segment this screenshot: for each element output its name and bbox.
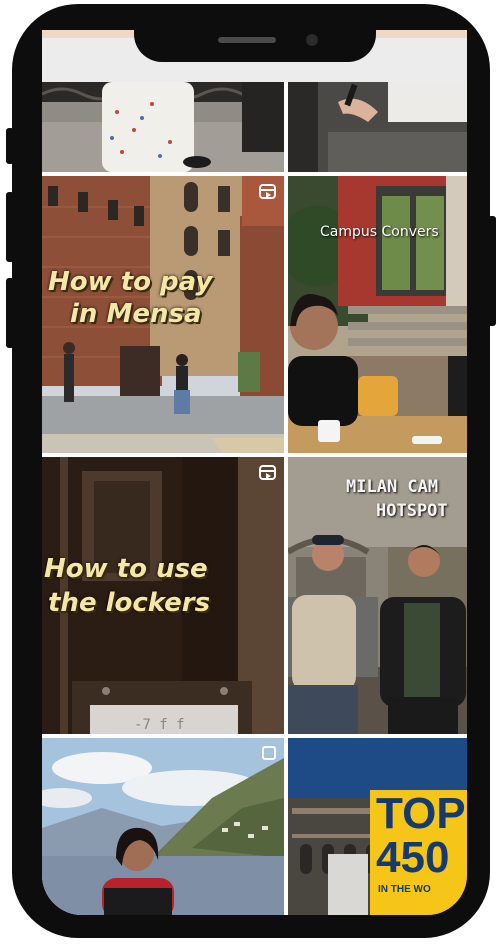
ranking-badge-line3: IN THE WO [378, 884, 431, 895]
tile-4-caption: Campus Convers [320, 224, 439, 240]
reel-icon [259, 465, 276, 480]
tile-4-image [288, 176, 467, 453]
grid-tile-5[interactable]: -7 f f How to use the lockers [42, 457, 284, 734]
grid-tile-3[interactable]: How to pay in Mensa [42, 176, 284, 453]
carousel-icon [262, 746, 276, 760]
tile-5-caption-line2: the lockers [48, 588, 211, 618]
tile-7-image [42, 738, 284, 915]
tile-6-image [288, 457, 467, 734]
grid-tile-8[interactable]: TOP 450 IN THE WO [288, 738, 467, 915]
grid-tile-6[interactable]: MILAN CAM HOTSPOT [288, 457, 467, 734]
tile-5-caption-line1: How to use [44, 554, 208, 584]
svg-text:-7 f f: -7 f f [134, 717, 185, 733]
grid-tile-2[interactable] [288, 82, 467, 172]
tile-3-caption-line2: in Mensa [70, 299, 202, 329]
grid-tile-7[interactable] [42, 738, 284, 915]
speaker-grille [218, 37, 276, 43]
ranking-badge-line1: TOP [376, 789, 466, 838]
phone-notch [134, 22, 376, 62]
tile-1-image [42, 82, 284, 172]
grid-tile-4[interactable]: Campus Convers [288, 176, 467, 453]
grid-tile-1[interactable] [42, 82, 284, 172]
phone-screen: How to pay in Mensa Campus Convers -7 f … [42, 30, 467, 915]
tile-6-caption-line1: MILAN CAM [346, 477, 439, 497]
tile-6-caption-line2: HOTSPOT [376, 501, 448, 521]
tile-2-image [288, 82, 467, 172]
tile-3-caption-line1: How to pay [48, 267, 213, 297]
front-camera-icon [306, 34, 318, 46]
reel-icon [259, 184, 276, 199]
ranking-badge-line2: 450 [376, 833, 450, 882]
